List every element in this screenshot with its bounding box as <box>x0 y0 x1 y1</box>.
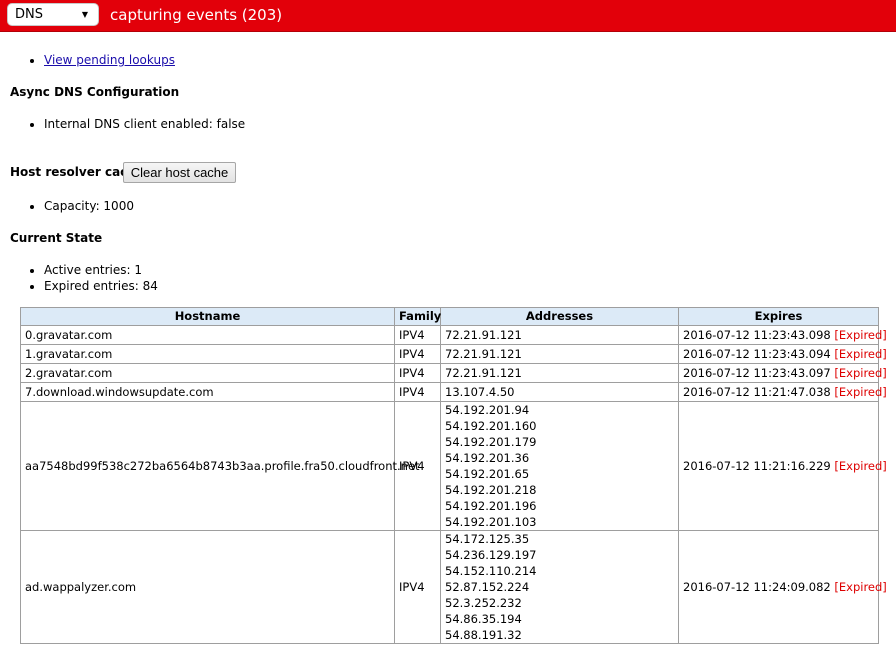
table-row: aa7548bd99f538c272ba6564b8743b3aa.profil… <box>20 401 887 531</box>
address-entry: 54.192.201.65 <box>445 467 530 481</box>
expired-badge: [Expired] <box>834 366 887 380</box>
hostname-cell: 2.gravatar.com <box>20 363 395 383</box>
expires-cell: 2016-07-12 11:24:09.082 [Expired] <box>678 530 887 644</box>
current-state-heading: Current State <box>10 231 103 245</box>
current-state-list: Active entries: 1 Expired entries: 84 <box>44 262 158 294</box>
expires-time: 2016-07-12 11:21:47.038 <box>683 385 831 399</box>
family-cell: IPV4 <box>394 401 441 531</box>
address-entry: 54.192.201.196 <box>445 499 537 513</box>
address-entry: 54.152.110.214 <box>445 564 537 578</box>
expires-time: 2016-07-12 11:24:09.082 <box>683 580 831 594</box>
addresses-cell: 13.107.4.50 <box>440 382 679 402</box>
table-row: ad.wappalyzer.com IPV4 54.172.125.35 54.236… <box>20 530 887 644</box>
chevron-down-icon: ▼ <box>81 10 88 19</box>
expires-time: 2016-07-12 11:23:43.098 <box>683 328 831 342</box>
address-entry: 54.192.201.179 <box>445 435 537 449</box>
list-item: Expired entries: 84 <box>44 278 158 294</box>
expires-cell: 2016-07-12 11:23:43.094 [Expired] <box>678 344 887 364</box>
address-entry: 54.192.201.160 <box>445 419 537 433</box>
column-header-hostname: Hostname <box>20 307 395 326</box>
expires-cell: 2016-07-12 11:23:43.098 [Expired] <box>678 325 887 345</box>
family-cell: IPV4 <box>394 344 441 364</box>
address-entry: 54.172.125.35 <box>445 532 530 546</box>
expires-cell: 2016-07-12 11:21:16.229 [Expired] <box>678 401 887 531</box>
address-entry: 54.88.191.32 <box>445 628 522 642</box>
table-row: 2.gravatar.com IPV4 72.21.91.121 2016-07-12… <box>20 363 887 383</box>
address-entry: 54.192.201.103 <box>445 515 537 529</box>
expires-time: 2016-07-12 11:23:43.094 <box>683 347 831 361</box>
expires-time: 2016-07-12 11:23:43.097 <box>683 366 831 380</box>
address-entry: 13.107.4.50 <box>445 385 515 399</box>
links-list: View pending lookups <box>44 52 175 68</box>
addresses-cell: 54.172.125.35 54.236.129.197 54.152.110.21… <box>440 530 679 644</box>
address-entry: 54.86.35.194 <box>445 612 522 626</box>
address-entry: 52.87.152.224 <box>445 580 530 594</box>
address-entry: 72.21.91.121 <box>445 347 522 361</box>
column-header-addresses: Addresses <box>440 307 679 326</box>
expired-badge: [Expired] <box>834 385 887 399</box>
list-item: View pending lookups <box>44 52 175 68</box>
column-header-expires: Expires <box>678 307 879 326</box>
addresses-cell: 72.21.91.121 <box>440 344 679 364</box>
async-config-list: Internal DNS client enabled: false <box>44 116 245 132</box>
column-header-family: Family <box>394 307 441 326</box>
table-body: 0.gravatar.com IPV4 72.21.91.121 2016-07-12… <box>20 325 887 644</box>
hostname-cell: 0.gravatar.com <box>20 325 395 345</box>
view-select-value: DNS <box>15 7 43 22</box>
expires-time: 2016-07-12 11:21:16.229 <box>683 459 831 473</box>
expired-badge: [Expired] <box>834 459 887 473</box>
view-pending-lookups-link[interactable]: View pending lookups <box>44 53 175 67</box>
table-row: 0.gravatar.com IPV4 72.21.91.121 2016-07-12… <box>20 325 887 345</box>
view-select[interactable]: DNS ▼ <box>7 3 99 26</box>
expired-badge: [Expired] <box>834 580 887 594</box>
expired-badge: [Expired] <box>834 347 887 361</box>
expires-cell: 2016-07-12 11:23:43.097 [Expired] <box>678 363 887 383</box>
host-cache-list: Capacity: 1000 <box>44 198 134 214</box>
address-entry: 54.192.201.218 <box>445 483 537 497</box>
address-entry: 54.192.201.94 <box>445 403 530 417</box>
family-cell: IPV4 <box>394 325 441 345</box>
addresses-cell: 54.192.201.94 54.192.201.160 54.192.201.17… <box>440 401 679 531</box>
family-cell: IPV4 <box>394 530 441 644</box>
async-dns-heading: Async DNS Configuration <box>10 85 180 99</box>
hostname-cell: 1.gravatar.com <box>20 344 395 364</box>
address-entry: 72.21.91.121 <box>445 328 522 342</box>
address-entry: 72.21.91.121 <box>445 366 522 380</box>
table-row: 1.gravatar.com IPV4 72.21.91.121 2016-07-12… <box>20 344 887 364</box>
family-cell: IPV4 <box>394 382 441 402</box>
addresses-cell: 72.21.91.121 <box>440 325 679 345</box>
capture-status: capturing events (203) <box>110 6 283 24</box>
hostname-cell: ad.wappalyzer.com <box>20 530 395 644</box>
address-entry: 54.236.129.197 <box>445 548 537 562</box>
list-item: Internal DNS client enabled: false <box>44 116 245 132</box>
expired-badge: [Expired] <box>834 328 887 342</box>
table-row: 7.download.windowsupdate.com IPV4 13.107.4… <box>20 382 887 402</box>
addresses-cell: 72.21.91.121 <box>440 363 679 383</box>
hostname-cell: 7.download.windowsupdate.com <box>20 382 395 402</box>
list-item: Active entries: 1 <box>44 262 158 278</box>
clear-host-cache-button[interactable]: Clear host cache <box>123 162 236 183</box>
hostname-cell: aa7548bd99f538c272ba6564b8743b3aa.profil… <box>20 401 420 531</box>
list-item: Capacity: 1000 <box>44 198 134 214</box>
address-entry: 52.3.252.232 <box>445 596 522 610</box>
address-entry: 54.192.201.36 <box>445 451 530 465</box>
expires-cell: 2016-07-12 11:21:47.038 [Expired] <box>678 382 887 402</box>
family-cell: IPV4 <box>394 363 441 383</box>
host-cache-table: Hostname Family Addresses Expires 0.grav… <box>20 307 887 644</box>
top-bar: DNS ▼ capturing events (203) <box>0 0 896 32</box>
table-header-row: Hostname Family Addresses Expires <box>20 307 879 326</box>
